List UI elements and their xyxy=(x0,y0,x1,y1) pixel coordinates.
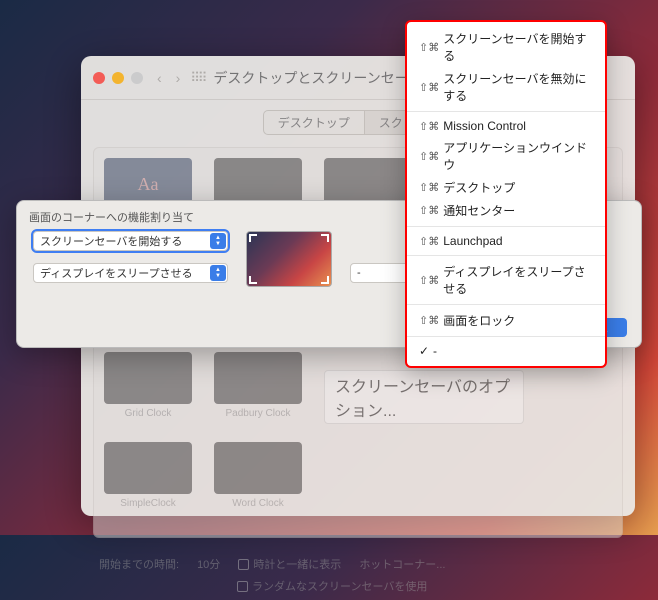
menu-separator xyxy=(407,226,605,227)
zoom-icon[interactable] xyxy=(131,72,143,84)
footer2: ランダムなスクリーンセーバを使用 xyxy=(81,578,635,600)
menu-item[interactable]: ⇧⌘アプリケーションウインドウ xyxy=(407,136,605,176)
ss-item[interactable]: SimpleClock xyxy=(104,442,192,509)
show-clock-checkbox[interactable]: 時計と一緒に表示 xyxy=(238,556,341,572)
hotcorner-button[interactable]: ホットコーナー... xyxy=(359,556,445,572)
corner-marker-icon xyxy=(249,276,257,284)
traffic-lights xyxy=(93,72,143,84)
menu-item[interactable]: ⇧⌘スクリーンセーバを無効にする xyxy=(407,67,605,107)
chevron-updown-icon: ▲▼ xyxy=(210,265,226,281)
menu-separator xyxy=(407,111,605,112)
back-icon[interactable]: ‹ xyxy=(157,70,162,86)
menu-item[interactable]: ⇧⌘Mission Control xyxy=(407,116,605,136)
menu-item[interactable]: ⇧⌘通知センター xyxy=(407,199,605,222)
start-value[interactable]: 10分 xyxy=(197,556,220,572)
random-checkbox[interactable]: ランダムなスクリーンセーバを使用 xyxy=(237,578,427,594)
menu-item[interactable]: ⇧⌘Launchpad xyxy=(407,231,605,251)
menu-item[interactable]: ⇧⌘ディスプレイをスリープさせる xyxy=(407,260,605,300)
close-icon[interactable] xyxy=(93,72,105,84)
menu-separator xyxy=(407,255,605,256)
menu-separator xyxy=(407,304,605,305)
menu-item[interactable]: ⇧⌘デスクトップ xyxy=(407,176,605,199)
minimize-icon[interactable] xyxy=(112,72,124,84)
corner-marker-icon xyxy=(249,234,257,242)
menu-item[interactable]: ⇧⌘スクリーンセーバを開始する xyxy=(407,27,605,67)
ss-item[interactable]: Grid Clock xyxy=(104,352,192,424)
window-title: デスクトップとスクリーンセー xyxy=(213,68,408,88)
ss-item[interactable]: Word Clock xyxy=(214,442,302,509)
menu-separator xyxy=(407,336,605,337)
corner-bl-dropdown[interactable]: ディスプレイをスリープさせる▲▼ xyxy=(33,263,228,283)
corner-action-menu: ⇧⌘スクリーンセーバを開始する ⇧⌘スクリーンセーバを無効にする ⇧⌘Missi… xyxy=(405,20,607,368)
menu-item[interactable]: ⇧⌘画面をロック xyxy=(407,309,605,332)
tab-desktop[interactable]: デスクトップ xyxy=(263,110,364,135)
corner-marker-icon xyxy=(321,276,329,284)
menu-item-selected[interactable]: ✓- xyxy=(407,341,605,361)
corner-tl-dropdown[interactable]: スクリーンセーバを開始する▲▼ xyxy=(33,231,228,251)
screen-preview xyxy=(246,231,332,287)
footer: 開始までの時間: 10分 時計と一緒に表示 ホットコーナー... xyxy=(81,550,635,578)
corner-marker-icon xyxy=(321,234,329,242)
ss-item[interactable]: Padbury Clock xyxy=(214,352,302,424)
check-icon: ✓ xyxy=(419,344,429,358)
grid-icon[interactable]: ⠿⠿ xyxy=(190,70,205,86)
chevron-updown-icon: ▲▼ xyxy=(210,233,226,249)
nav-arrows: ‹ › xyxy=(157,70,180,86)
forward-icon[interactable]: › xyxy=(176,70,181,86)
start-label: 開始までの時間: xyxy=(99,556,179,572)
